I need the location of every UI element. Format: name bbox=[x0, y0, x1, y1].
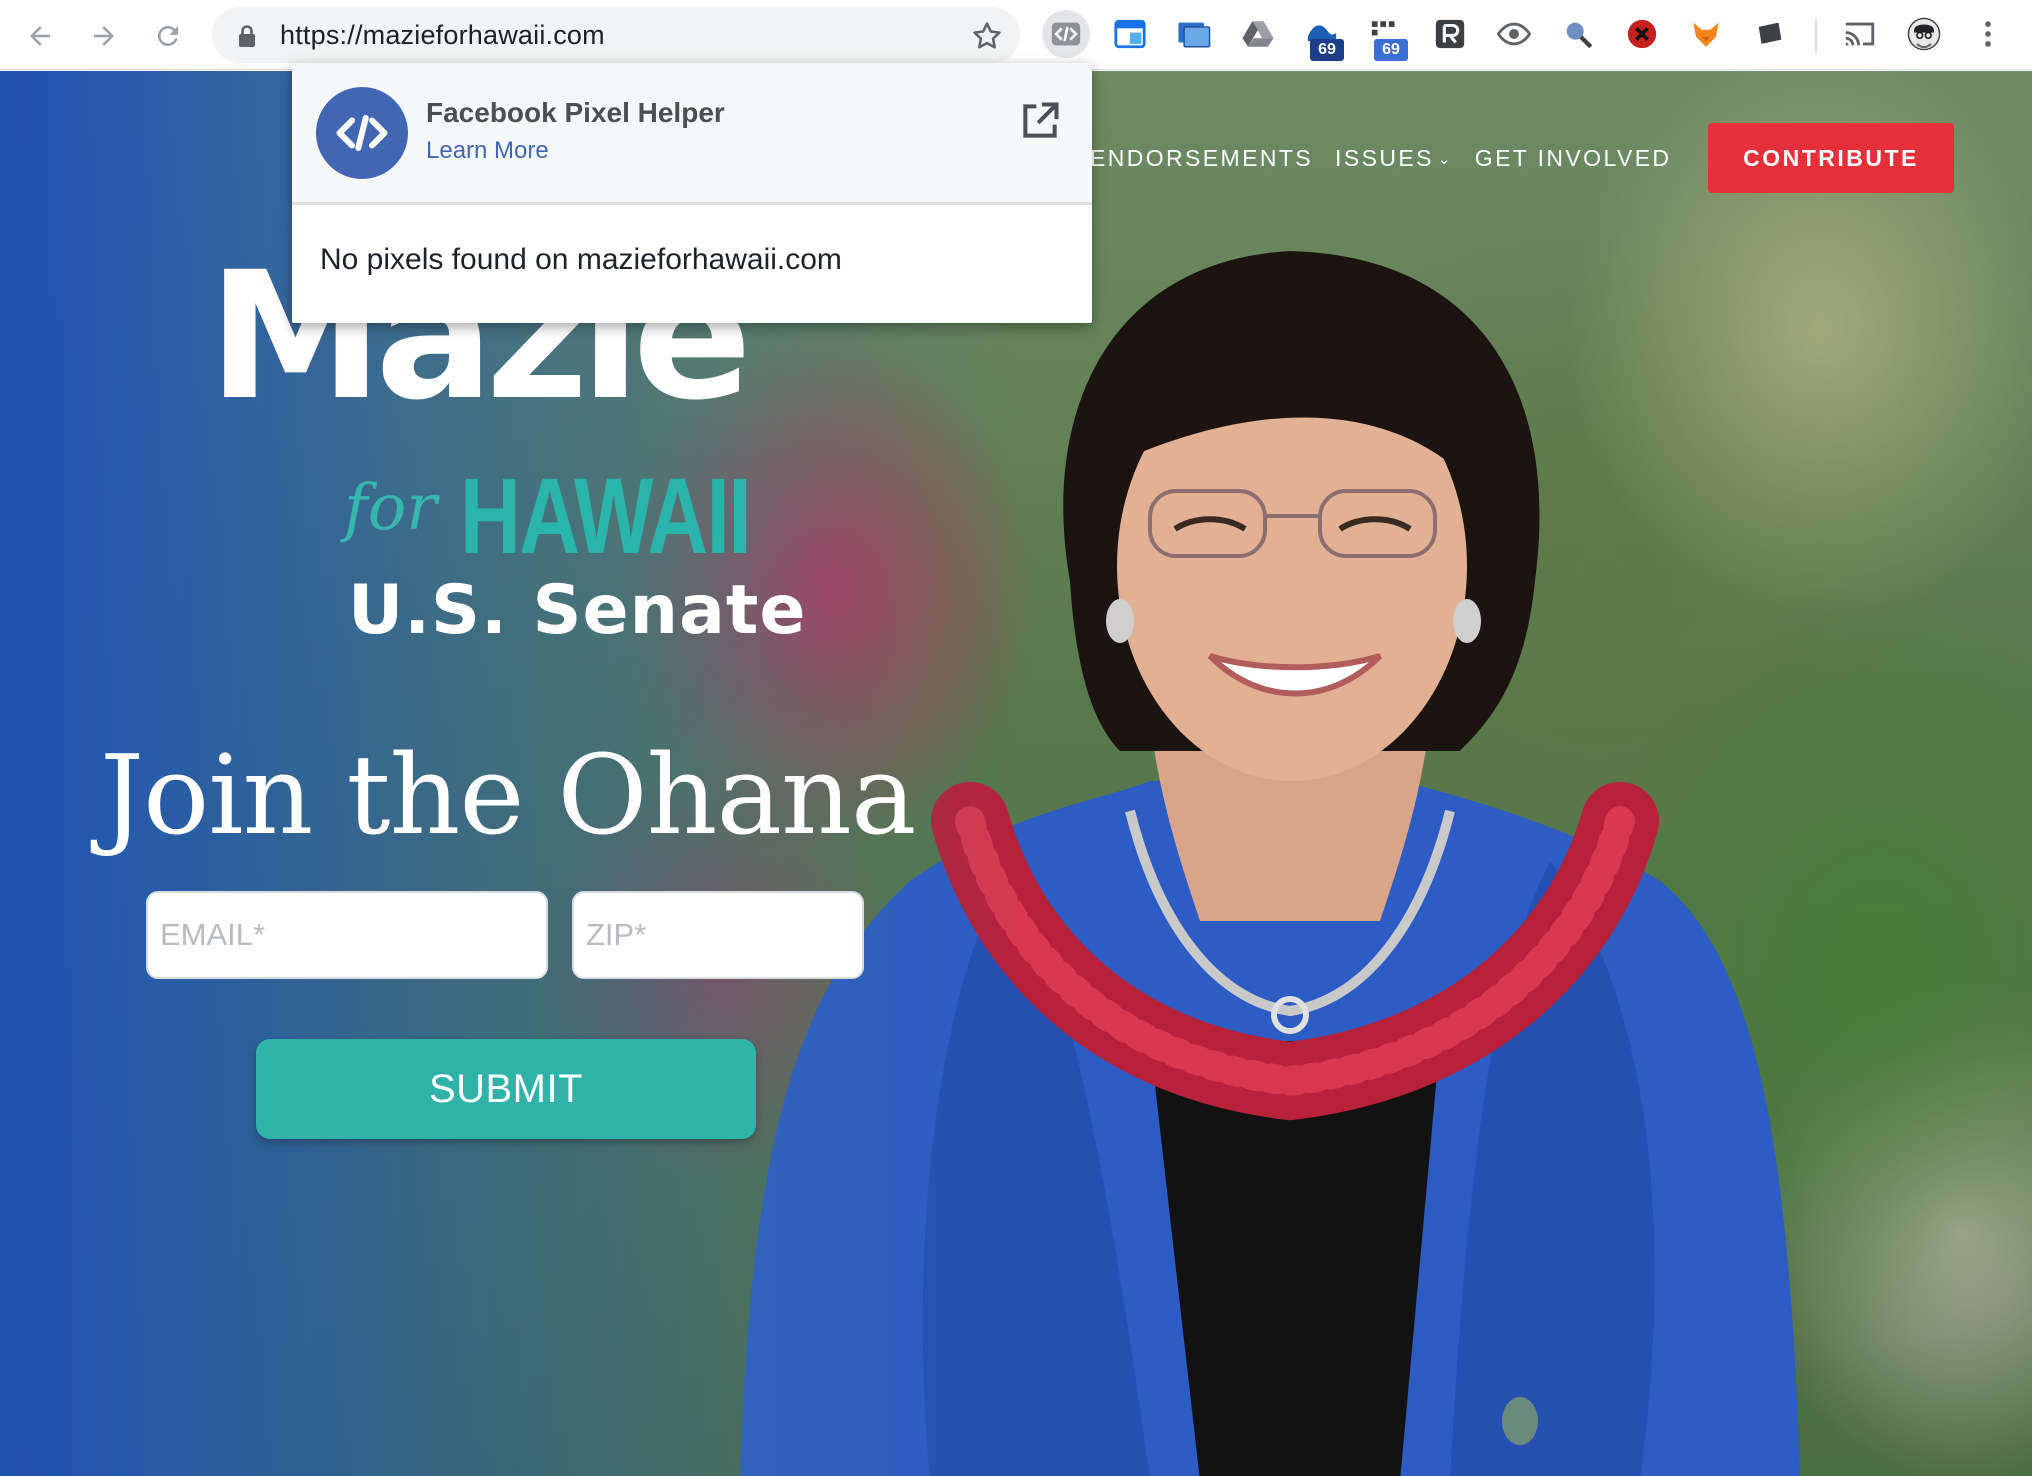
popup-header: Facebook Pixel Helper Learn More bbox=[292, 63, 1092, 205]
inspect-extension-button[interactable] bbox=[1554, 10, 1602, 58]
eye-extension-button[interactable] bbox=[1490, 10, 1538, 58]
notification-count-badge: 69 bbox=[1374, 39, 1408, 61]
toolbar-divider bbox=[1815, 19, 1817, 53]
arrow-right-icon bbox=[94, 26, 114, 46]
screenshot-extension-button[interactable] bbox=[1170, 10, 1218, 58]
kebab-menu-icon bbox=[1985, 21, 1991, 47]
forward-button[interactable] bbox=[82, 14, 126, 58]
address-bar[interactable]: https://mazieforhawaii.com bbox=[212, 7, 1020, 63]
back-button[interactable] bbox=[18, 14, 62, 58]
reload-button[interactable] bbox=[146, 14, 190, 58]
submit-button[interactable]: SUBMIT bbox=[256, 1039, 756, 1139]
cast-icon bbox=[1845, 22, 1875, 46]
browser-toolbar: https://mazieforhawaii.com 69 69 bbox=[0, 0, 2032, 70]
blocker-extension-button[interactable] bbox=[1618, 10, 1666, 58]
code-brackets-icon bbox=[336, 115, 388, 151]
drive-icon bbox=[1242, 21, 1274, 47]
popup-title: Facebook Pixel Helper bbox=[426, 97, 725, 128]
pixel-helper-popup: Facebook Pixel Helper Learn More No pixe… bbox=[292, 63, 1092, 323]
notification-count-badge: 69 bbox=[1310, 39, 1344, 61]
url-text[interactable]: https://mazieforhawaii.com bbox=[280, 7, 605, 63]
lock-icon bbox=[239, 25, 255, 47]
zip-field[interactable] bbox=[572, 891, 864, 979]
magnifier-icon bbox=[1566, 22, 1593, 49]
screen-capture-icon bbox=[1178, 22, 1211, 48]
nav-issues-label: ISSUES bbox=[1335, 144, 1434, 171]
pixel-helper-logo bbox=[316, 87, 408, 179]
window-extension-button[interactable] bbox=[1106, 10, 1154, 58]
badge-extension-button[interactable]: 69 bbox=[1298, 10, 1346, 61]
chevron-down-icon: ⌄ bbox=[1437, 151, 1453, 169]
arrow-left-icon bbox=[30, 26, 50, 46]
nav-issues-link[interactable]: ISSUES ⌄ bbox=[1335, 145, 1453, 172]
tag-extension-button[interactable] bbox=[1746, 10, 1794, 58]
window-icon bbox=[1114, 19, 1146, 49]
nav-get-involved-link[interactable]: GET INVOLVED bbox=[1475, 145, 1672, 172]
browser-menu-button[interactable] bbox=[1964, 10, 2012, 58]
fox-icon bbox=[1693, 22, 1719, 47]
fox-extension-button[interactable] bbox=[1682, 10, 1730, 58]
popup-status-message: No pixels found on mazieforhawaii.com bbox=[320, 243, 842, 276]
avatar-icon bbox=[1907, 17, 1941, 51]
pixel-helper-extension-button[interactable] bbox=[1042, 10, 1090, 58]
nav-endorsements-link[interactable]: ENDORSEMENTS bbox=[1090, 145, 1313, 172]
logo-office: U.S. Senate bbox=[348, 571, 807, 650]
learn-more-link[interactable]: Learn More bbox=[426, 137, 549, 165]
blocked-x-icon bbox=[1627, 19, 1657, 49]
site-navigation: ENDORSEMENTS ISSUES ⌄ GET INVOLVED bbox=[1090, 123, 1693, 193]
tag-icon bbox=[1758, 22, 1782, 44]
logo-state: HAWAII bbox=[460, 455, 752, 576]
bookmark-star-icon[interactable] bbox=[970, 19, 1004, 53]
code-brackets-icon bbox=[1051, 22, 1081, 46]
contribute-button[interactable]: CONTRIBUTE bbox=[1708, 123, 1954, 193]
eye-icon bbox=[1497, 22, 1531, 46]
tracker-extension-button[interactable]: 69 bbox=[1362, 10, 1410, 61]
cast-button[interactable] bbox=[1836, 10, 1884, 58]
email-field[interactable] bbox=[146, 891, 548, 979]
logo-for: for bbox=[344, 471, 437, 545]
r-extension-button[interactable] bbox=[1426, 10, 1474, 58]
signup-title: Join the Ohana bbox=[100, 731, 916, 859]
profile-avatar[interactable] bbox=[1900, 10, 1948, 58]
letter-r-icon bbox=[1435, 19, 1465, 49]
drive-extension-button[interactable] bbox=[1234, 10, 1282, 58]
open-external-icon[interactable] bbox=[1018, 99, 1062, 143]
reload-icon bbox=[157, 25, 178, 46]
